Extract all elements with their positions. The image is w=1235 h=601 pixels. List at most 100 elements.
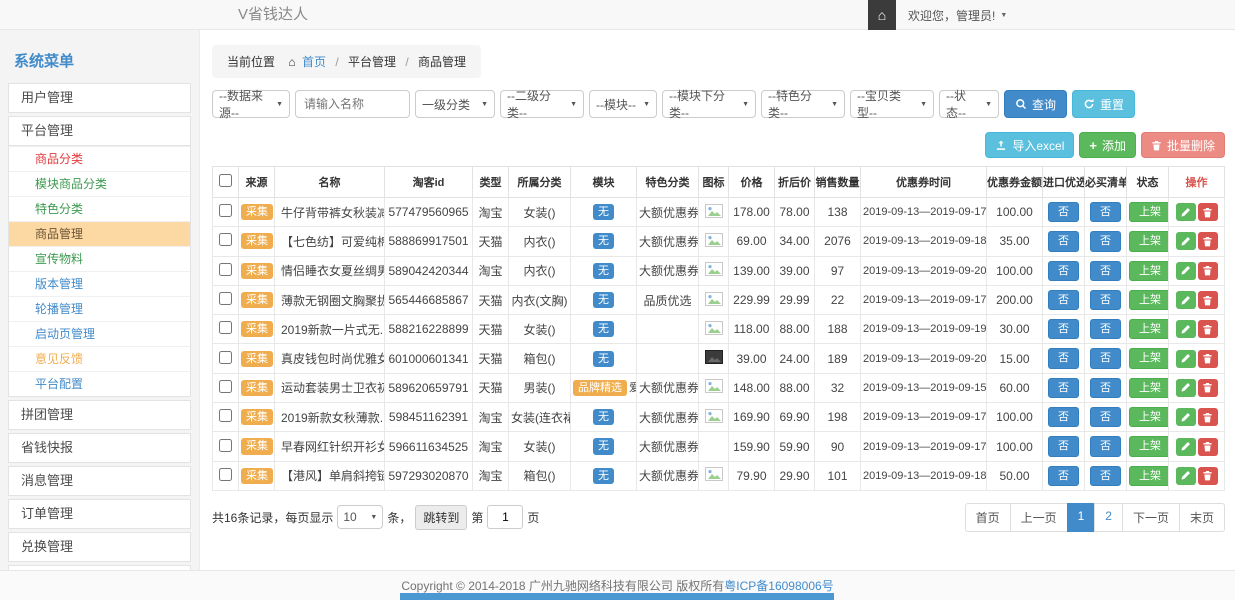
item-type-select[interactable]: --宝贝类型--▼	[850, 90, 934, 118]
must-buy-toggle[interactable]: 否	[1090, 436, 1121, 456]
row-checkbox[interactable]	[219, 468, 232, 481]
delete-button[interactable]	[1198, 408, 1218, 426]
batch-delete-button[interactable]: 批量删除	[1141, 132, 1225, 158]
sidebar-subitem[interactable]: 轮播管理	[9, 296, 190, 321]
module-sub-category-select[interactable]: --模块下分类--▼	[662, 90, 756, 118]
must-buy-toggle[interactable]: 否	[1090, 407, 1121, 427]
must-buy-toggle[interactable]: 否	[1090, 378, 1121, 398]
module-badge[interactable]: 品牌精选	[573, 380, 627, 396]
row-checkbox[interactable]	[219, 351, 232, 364]
level2-category-select[interactable]: --二级分类--▼	[500, 90, 584, 118]
import-select-toggle[interactable]: 否	[1048, 202, 1079, 222]
pager-first[interactable]: 首页	[965, 503, 1011, 532]
import-select-toggle[interactable]: 否	[1048, 466, 1079, 486]
module-badge[interactable]: 无	[593, 233, 614, 249]
must-buy-toggle[interactable]: 否	[1090, 348, 1121, 368]
page-number-input[interactable]	[487, 505, 523, 529]
import-select-toggle[interactable]: 否	[1048, 231, 1079, 251]
reset-button[interactable]: 重置	[1072, 90, 1135, 118]
module-badge[interactable]: 无	[593, 409, 614, 425]
must-buy-toggle[interactable]: 否	[1090, 231, 1121, 251]
status-button[interactable]: 上架	[1129, 231, 1169, 251]
edit-button[interactable]	[1176, 408, 1196, 426]
sidebar-item[interactable]: 用户管理	[8, 83, 191, 113]
import-excel-button[interactable]: 导入excel	[985, 132, 1074, 158]
sidebar-item[interactable]: 省钱快报	[8, 433, 191, 463]
edit-button[interactable]	[1176, 350, 1196, 368]
name-input[interactable]	[295, 90, 410, 118]
pager-last[interactable]: 末页	[1179, 503, 1225, 532]
must-buy-toggle[interactable]: 否	[1090, 202, 1121, 222]
sidebar-item[interactable]: 拼团管理	[8, 400, 191, 430]
import-select-toggle[interactable]: 否	[1048, 407, 1079, 427]
status-button[interactable]: 上架	[1129, 261, 1169, 281]
import-select-toggle[interactable]: 否	[1048, 436, 1079, 456]
row-checkbox[interactable]	[219, 380, 232, 393]
search-button[interactable]: 查询	[1004, 90, 1067, 118]
sidebar-item[interactable]: 订单管理	[8, 499, 191, 529]
sidebar-subitem[interactable]: 启动页管理	[9, 321, 190, 346]
module-badge[interactable]: 无	[593, 468, 614, 484]
home-button[interactable]: ⌂	[868, 0, 896, 30]
select-all-checkbox[interactable]	[219, 174, 232, 187]
delete-button[interactable]	[1198, 350, 1218, 368]
sidebar-item[interactable]: 兑换管理	[8, 532, 191, 562]
user-menu[interactable]: 欢迎您，管理员! ▼	[896, 0, 1019, 30]
pager-page[interactable]: 1	[1067, 503, 1096, 532]
delete-button[interactable]	[1198, 379, 1218, 397]
pager-prev[interactable]: 上一页	[1010, 503, 1068, 532]
delete-button[interactable]	[1198, 203, 1218, 221]
sidebar-subitem[interactable]: 宣传物料	[9, 246, 190, 271]
import-select-toggle[interactable]: 否	[1048, 319, 1079, 339]
jump-button[interactable]: 跳转到	[415, 505, 467, 530]
per-page-select[interactable]: 10 ▼	[337, 505, 383, 529]
module-badge[interactable]: 无	[593, 263, 614, 279]
delete-button[interactable]	[1198, 262, 1218, 280]
edit-button[interactable]	[1176, 379, 1196, 397]
row-checkbox[interactable]	[219, 263, 232, 276]
must-buy-toggle[interactable]: 否	[1090, 261, 1121, 281]
import-select-toggle[interactable]: 否	[1048, 290, 1079, 310]
pager-next[interactable]: 下一页	[1122, 503, 1180, 532]
import-select-toggle[interactable]: 否	[1048, 378, 1079, 398]
status-button[interactable]: 上架	[1129, 436, 1169, 456]
import-select-toggle[interactable]: 否	[1048, 261, 1079, 281]
status-button[interactable]: 上架	[1129, 348, 1169, 368]
sidebar-subitem[interactable]: 平台配置	[9, 371, 190, 396]
sidebar-subitem[interactable]: 特色分类	[9, 196, 190, 221]
feature-category-select[interactable]: --特色分类--▼	[761, 90, 845, 118]
status-button[interactable]: 上架	[1129, 407, 1169, 427]
sidebar-subitem[interactable]: 意见反馈	[9, 346, 190, 371]
status-button[interactable]: 上架	[1129, 319, 1169, 339]
sidebar-subitem[interactable]: 版本管理	[9, 271, 190, 296]
row-checkbox[interactable]	[219, 233, 232, 246]
module-badge[interactable]: 无	[593, 321, 614, 337]
module-select[interactable]: --模块--▼	[589, 90, 657, 118]
must-buy-toggle[interactable]: 否	[1090, 319, 1121, 339]
icp-link[interactable]: 粤ICP备16098006号	[724, 579, 833, 593]
module-badge[interactable]: 无	[593, 351, 614, 367]
breadcrumb-home-link[interactable]: 首页	[302, 55, 326, 69]
row-checkbox[interactable]	[219, 292, 232, 305]
row-checkbox[interactable]	[219, 409, 232, 422]
level1-category-select[interactable]: 一级分类▼	[415, 90, 495, 118]
edit-button[interactable]	[1176, 467, 1196, 485]
module-badge[interactable]: 无	[593, 292, 614, 308]
sidebar-subitem[interactable]: 商品分类	[9, 146, 190, 171]
edit-button[interactable]	[1176, 262, 1196, 280]
pager-page[interactable]: 2	[1094, 503, 1123, 532]
edit-button[interactable]	[1176, 438, 1196, 456]
must-buy-toggle[interactable]: 否	[1090, 466, 1121, 486]
data-source-select[interactable]: --数据来源--▼	[212, 90, 290, 118]
must-buy-toggle[interactable]: 否	[1090, 290, 1121, 310]
edit-button[interactable]	[1176, 232, 1196, 250]
sidebar-subitem[interactable]: 商品管理	[9, 221, 190, 246]
import-select-toggle[interactable]: 否	[1048, 348, 1079, 368]
status-button[interactable]: 上架	[1129, 378, 1169, 398]
sidebar-subitem[interactable]: 模块商品分类	[9, 171, 190, 196]
edit-button[interactable]	[1176, 291, 1196, 309]
sidebar-item[interactable]: 平台管理	[8, 116, 191, 146]
row-checkbox[interactable]	[219, 204, 232, 217]
edit-button[interactable]	[1176, 203, 1196, 221]
delete-button[interactable]	[1198, 291, 1218, 309]
